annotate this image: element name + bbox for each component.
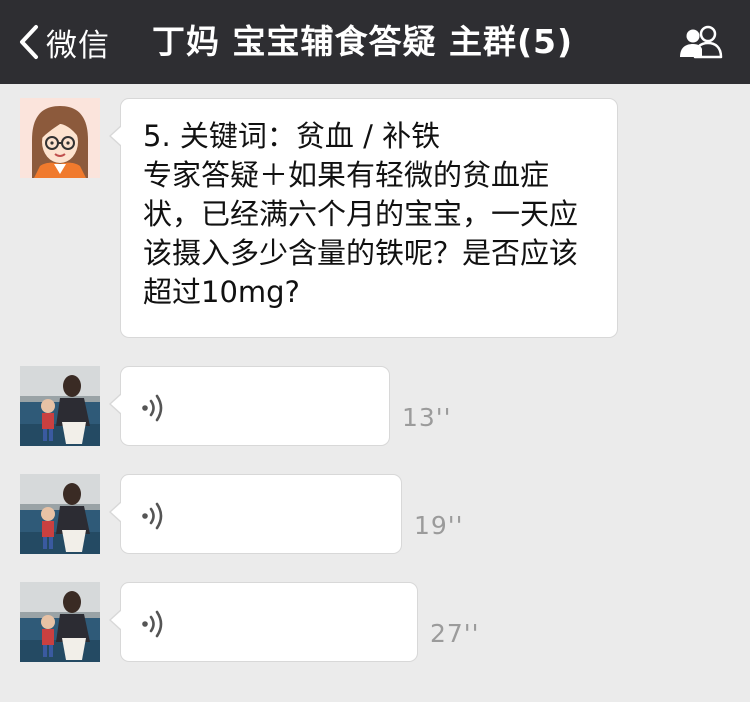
photo-avatar[interactable]: [20, 582, 100, 662]
voice-wave-icon: [142, 502, 163, 530]
back-button[interactable]: 微信: [18, 20, 110, 64]
navigation-bar: 微信 丁妈 宝宝辅食答疑 主群(5): [0, 0, 750, 84]
photo-avatar-image: [20, 474, 100, 554]
photo-avatar-image: [20, 366, 100, 446]
photo-avatar-image: [20, 582, 100, 662]
voice-message-bubble[interactable]: [109, 366, 390, 446]
cartoon-woman-avatar[interactable]: [20, 98, 100, 178]
group-members-icon[interactable]: [678, 24, 724, 60]
voice-wave-icon: [142, 394, 163, 422]
chevron-left-icon: [20, 25, 38, 59]
voice-duration: 13'': [402, 403, 452, 432]
photo-avatar[interactable]: [20, 366, 100, 446]
voice-message-bubble[interactable]: [109, 474, 402, 554]
cartoon-woman-avatar-image: [20, 98, 100, 178]
voice-message-bubble[interactable]: [109, 582, 418, 662]
voice-wave-icon: [142, 610, 163, 638]
chat-title: 丁妈 宝宝辅食答疑 主群(5): [152, 22, 574, 61]
voice-duration: 27'': [430, 619, 480, 648]
message-text: 5. 关键词：贫血 / 补铁 专家答疑＋如果有轻微的贫血症状，已经满六个月的宝宝…: [143, 119, 579, 309]
photo-avatar[interactable]: [20, 474, 100, 554]
voice-duration: 19'': [414, 511, 464, 540]
text-message-bubble[interactable]: 5. 关键词：贫血 / 补铁 专家答疑＋如果有轻微的贫血症状，已经满六个月的宝宝…: [109, 98, 618, 338]
back-label: 微信: [46, 27, 110, 64]
